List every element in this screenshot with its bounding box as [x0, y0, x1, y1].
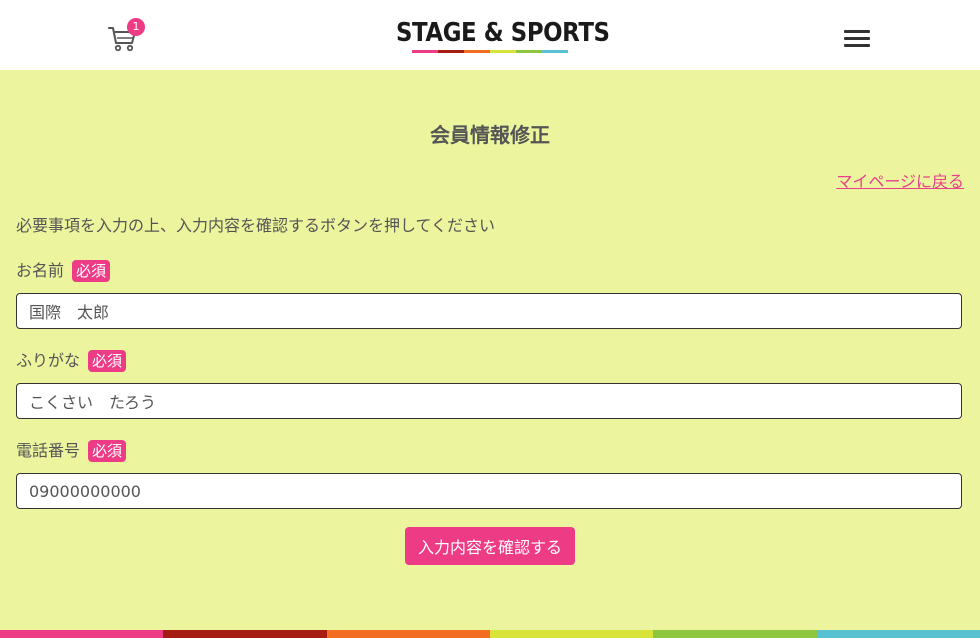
required-badge: 必須: [88, 440, 127, 462]
phone-label-text: 電話番号: [16, 441, 81, 460]
footer-color-stripe: [0, 630, 980, 638]
site-logo[interactable]: STAGE & SPORTS: [396, 18, 610, 56]
logo-text: STAGE & SPORTS: [396, 18, 610, 48]
instruction-text: 必要事項を入力の上、入力内容を確認するボタンを押してください: [16, 216, 496, 235]
name-label: お名前 必須: [16, 259, 111, 283]
site-header: 1 STAGE & SPORTS: [0, 0, 980, 70]
page-title: 会員情報修正: [430, 123, 550, 147]
required-badge: 必須: [72, 260, 111, 282]
back-to-mypage-link[interactable]: マイページに戻る: [836, 170, 964, 194]
required-badge: 必須: [88, 350, 127, 372]
name-label-text: お名前: [16, 261, 65, 280]
cart-count-badge: 1: [127, 18, 145, 36]
logo-color-bar: [412, 50, 568, 53]
name-input[interactable]: [16, 293, 962, 329]
phone-input[interactable]: [16, 473, 962, 509]
phone-label: 電話番号 必須: [16, 439, 127, 463]
confirm-input-button[interactable]: 入力内容を確認する: [405, 527, 575, 565]
hamburger-menu-icon[interactable]: [844, 28, 870, 48]
furigana-label-text: ふりがな: [16, 351, 81, 370]
furigana-label: ふりがな 必須: [16, 349, 127, 373]
furigana-input[interactable]: [16, 383, 962, 419]
